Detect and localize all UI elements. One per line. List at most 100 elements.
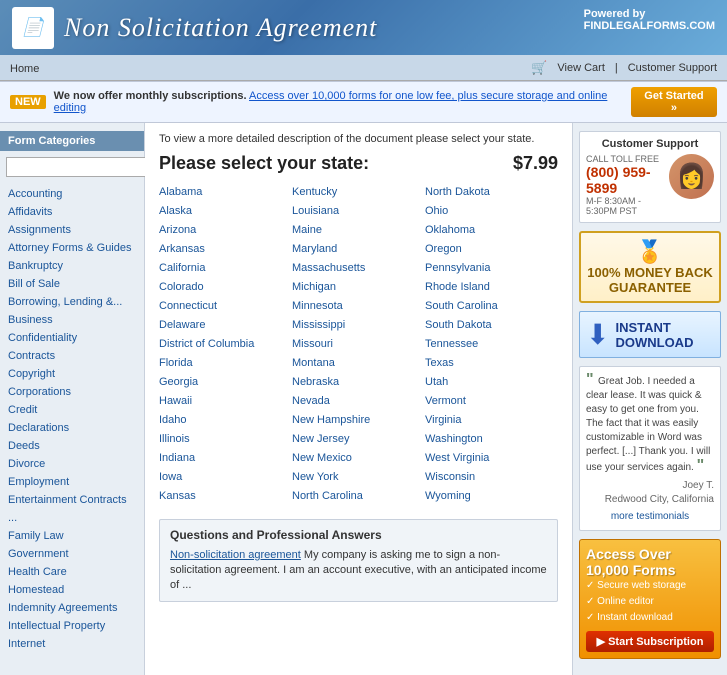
sidebar-link-item[interactable]: Contracts [8, 347, 136, 365]
state-link[interactable]: Illinois [159, 431, 292, 448]
state-link[interactable]: Delaware [159, 317, 292, 334]
state-link[interactable]: Vermont [425, 393, 558, 410]
sidebar-link-item[interactable]: Bill of Sale [8, 275, 136, 293]
state-link[interactable]: Oklahoma [425, 222, 558, 239]
nav-left: Home [10, 61, 39, 75]
support-avatar: 👩 [669, 154, 714, 199]
state-link[interactable]: Michigan [292, 279, 425, 296]
sidebar-link-item[interactable]: Employment [8, 473, 136, 491]
state-link[interactable]: Oregon [425, 241, 558, 258]
download-text: INSTANT DOWNLOAD [615, 320, 693, 350]
findlegal-brand: Powered by FINDLEGALFORMS.COM [584, 8, 715, 32]
call-toll-free-label: CALL TOLL FREE [586, 154, 665, 164]
state-link[interactable]: North Dakota [425, 184, 558, 201]
sidebar-link-item[interactable]: Entertainment Contracts ... [8, 491, 136, 527]
state-link[interactable]: Hawaii [159, 393, 292, 410]
state-link[interactable]: Louisiana [292, 203, 425, 220]
state-link[interactable]: Mississippi [292, 317, 425, 334]
state-link[interactable]: Massachusetts [292, 260, 425, 277]
state-link[interactable]: Texas [425, 355, 558, 372]
sidebar-link-item[interactable]: Attorney Forms & Guides [8, 239, 136, 257]
state-link[interactable]: Washington [425, 431, 558, 448]
sidebar-link-item[interactable]: Copyright [8, 365, 136, 383]
state-link[interactable]: Minnesota [292, 298, 425, 315]
state-link[interactable]: Utah [425, 374, 558, 391]
sidebar-link-item[interactable]: Accounting [8, 185, 136, 203]
sidebar-link-item[interactable]: Business [8, 311, 136, 329]
sidebar-link-item[interactable]: Affidavits [8, 203, 136, 221]
state-link[interactable]: District of Columbia [159, 336, 292, 353]
sidebar-link-item[interactable]: Borrowing, Lending &... [8, 293, 136, 311]
sidebar-link-item[interactable]: Credit [8, 401, 136, 419]
sidebar-link-item[interactable]: Intellectual Property [8, 617, 136, 635]
sidebar-link-item[interactable]: Divorce [8, 455, 136, 473]
state-link[interactable]: Rhode Island [425, 279, 558, 296]
search-input[interactable] [6, 157, 158, 177]
nav-right: 🛒 View Cart | Customer Support [531, 60, 717, 76]
state-link[interactable]: Colorado [159, 279, 292, 296]
state-link[interactable]: Wyoming [425, 488, 558, 505]
state-link[interactable]: Idaho [159, 412, 292, 429]
state-link[interactable]: South Carolina [425, 298, 558, 315]
sidebar-link-item[interactable]: Deeds [8, 437, 136, 455]
state-link[interactable]: Nebraska [292, 374, 425, 391]
state-link[interactable]: Florida [159, 355, 292, 372]
state-link[interactable]: New Mexico [292, 450, 425, 467]
state-link[interactable]: Nevada [292, 393, 425, 410]
access-title: Access Over 10,000 Forms [586, 546, 714, 578]
state-link[interactable]: Georgia [159, 374, 292, 391]
state-link[interactable]: Kansas [159, 488, 292, 505]
state-link[interactable]: Maine [292, 222, 425, 239]
state-link[interactable]: Maryland [292, 241, 425, 258]
sidebar-link-item[interactable]: Indemnity Agreements [8, 599, 136, 617]
state-link[interactable]: Indiana [159, 450, 292, 467]
state-link[interactable]: California [159, 260, 292, 277]
sidebar-link-item[interactable]: Internet [8, 635, 136, 653]
state-link[interactable]: Arizona [159, 222, 292, 239]
sidebar-link-item[interactable]: Homestead [8, 581, 136, 599]
state-link[interactable]: New Hampshire [292, 412, 425, 429]
start-subscription-button[interactable]: ▶ Start Subscription [586, 631, 714, 652]
state-link[interactable]: South Dakota [425, 317, 558, 334]
sidebar-link-item[interactable]: Bankruptcy [8, 257, 136, 275]
right-sidebar: Customer Support CALL TOLL FREE (800) 95… [572, 123, 727, 675]
sidebar-search: Go [0, 157, 144, 177]
get-started-button[interactable]: Get Started » [631, 87, 717, 117]
state-link[interactable]: Virginia [425, 412, 558, 429]
sidebar-link-item[interactable]: Confidentiality [8, 329, 136, 347]
state-link[interactable]: Montana [292, 355, 425, 372]
sidebar-link-item[interactable]: Declarations [8, 419, 136, 437]
view-cart-link[interactable]: View Cart [557, 62, 604, 74]
state-link[interactable]: New York [292, 469, 425, 486]
state-link[interactable]: Pennsylvania [425, 260, 558, 277]
state-link[interactable]: Wisconsin [425, 469, 558, 486]
state-link[interactable]: Connecticut [159, 298, 292, 315]
sidebar-links: AccountingAffidavitsAssignmentsAttorney … [0, 185, 144, 653]
state-link[interactable]: Alabama [159, 184, 292, 201]
sidebar-link-item[interactable]: Government [8, 545, 136, 563]
state-link[interactable]: Kentucky [292, 184, 425, 201]
state-link[interactable]: Missouri [292, 336, 425, 353]
sidebar-link-item[interactable]: Health Care [8, 563, 136, 581]
support-box: Customer Support CALL TOLL FREE (800) 95… [579, 131, 721, 223]
sidebar-link-item[interactable]: Corporations [8, 383, 136, 401]
home-link[interactable]: Home [10, 63, 39, 75]
more-testimonials-link[interactable]: more testimonials [586, 510, 714, 524]
header-title: Non Solicitation Agreement [64, 13, 377, 43]
state-link[interactable]: Arkansas [159, 241, 292, 258]
state-link[interactable]: New Jersey [292, 431, 425, 448]
state-link[interactable]: Tennessee [425, 336, 558, 353]
state-link[interactable]: West Virginia [425, 450, 558, 467]
state-link[interactable]: Ohio [425, 203, 558, 220]
state-link[interactable]: Iowa [159, 469, 292, 486]
promo-text: We now offer monthly subscriptions. Acce… [54, 90, 623, 114]
sidebar-link-item[interactable]: Family Law [8, 527, 136, 545]
left-sidebar: Form Categories Go AccountingAffidavitsA… [0, 123, 145, 675]
access-feature-item: Instant download [586, 610, 714, 626]
qa-link[interactable]: Non-solicitation agreement [170, 549, 301, 561]
testimonial-author: Joey T. Redwood City, California [586, 479, 714, 507]
sidebar-link-item[interactable]: Assignments [8, 221, 136, 239]
state-link[interactable]: North Carolina [292, 488, 425, 505]
state-link[interactable]: Alaska [159, 203, 292, 220]
customer-support-link[interactable]: Customer Support [628, 62, 717, 74]
